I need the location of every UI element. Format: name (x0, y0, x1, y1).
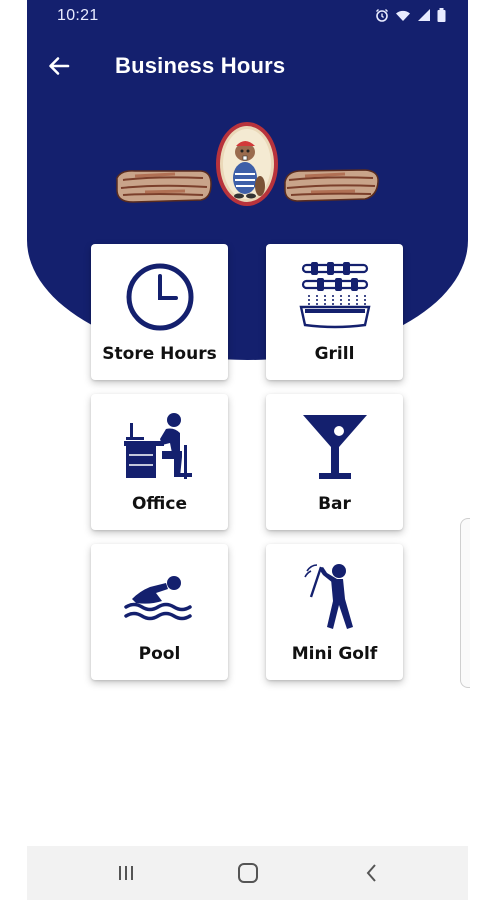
card-store-hours[interactable]: Store Hours (91, 244, 228, 380)
wifi-icon (395, 8, 411, 27)
card-office[interactable]: Office (91, 394, 228, 530)
golfer-icon (284, 556, 385, 638)
card-bar[interactable]: Bar (266, 394, 403, 530)
system-nav-bar (27, 846, 468, 900)
page-title: Business Hours (115, 53, 286, 78)
edge-panel-handle[interactable] (460, 518, 470, 688)
cocktail-icon (284, 406, 385, 488)
recent-apps-button[interactable] (111, 860, 141, 886)
app-screen: 10:21 Business Hours Store Hours Grill O… (27, 0, 468, 900)
grill-icon (284, 256, 385, 338)
nav-back-button[interactable] (357, 860, 387, 886)
signal-icon (417, 8, 431, 27)
card-label: Office (131, 494, 188, 514)
left-log-graphic (116, 170, 212, 203)
recent-apps-icon (119, 866, 133, 880)
back-button[interactable] (41, 48, 77, 84)
card-label: Bar (318, 494, 351, 514)
mascot-emblem (216, 122, 278, 206)
card-label: Store Hours (102, 344, 217, 364)
home-icon (238, 863, 258, 883)
home-button[interactable] (233, 860, 263, 886)
clock-icon (109, 256, 210, 338)
battery-icon (437, 8, 446, 27)
card-label: Grill (314, 344, 355, 364)
card-pool[interactable]: Pool (91, 544, 228, 680)
status-icons (375, 8, 446, 27)
office-desk-icon (109, 406, 210, 488)
card-label: Mini Golf (291, 644, 378, 664)
status-time: 10:21 (57, 7, 99, 24)
card-grill[interactable]: Grill (266, 244, 403, 380)
resort-logo (115, 118, 380, 218)
app-bar: Business Hours (27, 44, 468, 90)
card-mini-golf[interactable]: Mini Golf (266, 544, 403, 680)
arrow-left-icon (49, 57, 70, 75)
card-label: Pool (138, 644, 181, 664)
back-icon (366, 864, 376, 882)
status-bar: 10:21 (27, 0, 468, 32)
swimmer-icon (109, 556, 210, 638)
alarm-icon (375, 8, 389, 27)
right-log-graphic (284, 169, 379, 202)
